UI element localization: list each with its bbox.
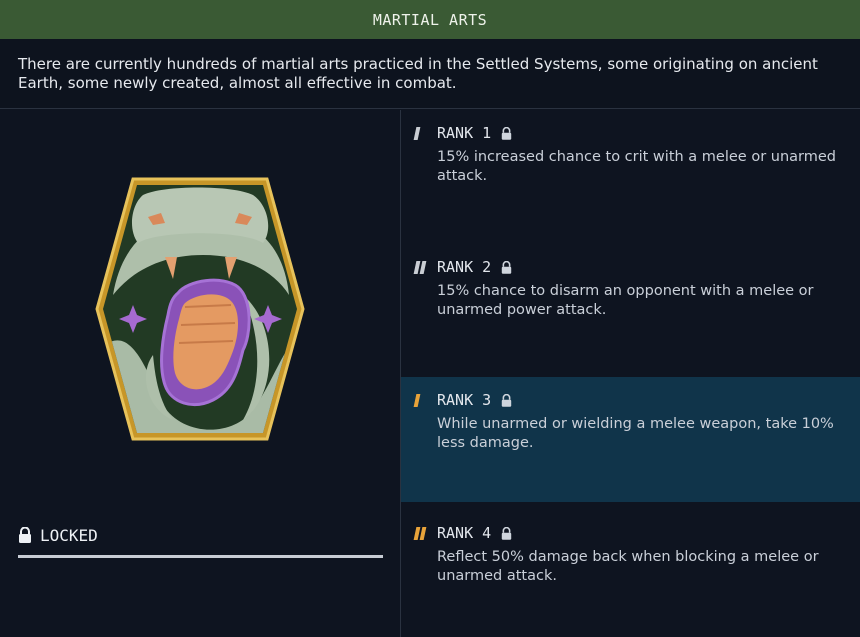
locked-label: LOCKED [40, 525, 98, 545]
rank-description: 15% increased chance to crit with a mele… [437, 149, 836, 184]
rank-2[interactable]: RANK 2 15% chance to disarm an opponent … [401, 244, 860, 377]
rank-description: While unarmed or wielding a melee weapon… [437, 416, 834, 451]
rank-label: RANK 2 [437, 258, 492, 276]
skill-title: MARTIAL ARTS [372, 10, 488, 29]
lock-icon [501, 526, 512, 540]
martial-arts-badge [95, 177, 305, 441]
rank-label: RANK 4 [437, 524, 492, 542]
lock-icon [501, 260, 512, 274]
rank-progress-bar [18, 555, 383, 558]
lock-icon [501, 126, 512, 140]
rank-description: Reflect 50% damage back when blocking a … [437, 549, 819, 584]
rank-4[interactable]: RANK 4 Reflect 50% damage back when bloc… [401, 510, 860, 637]
rank-description: 15% chance to disarm an opponent with a … [437, 283, 814, 318]
rank-label: RANK 3 [437, 391, 492, 409]
rank-tier-icon [413, 393, 427, 407]
skill-description: There are currently hundreds of martial … [0, 39, 860, 109]
skill-title-bar: MARTIAL ARTS [0, 0, 860, 39]
rank-tier-icon [413, 126, 427, 140]
rank-tier-icon [413, 526, 427, 540]
lock-icon [19, 527, 31, 543]
rank-1[interactable]: RANK 1 15% increased chance to crit with… [401, 110, 860, 244]
rank-tier-icon [413, 260, 427, 274]
locked-status: LOCKED [18, 524, 98, 546]
lock-icon [501, 393, 512, 407]
rank-3[interactable]: RANK 3 While unarmed or wielding a melee… [401, 377, 860, 502]
rank-label: RANK 1 [437, 124, 492, 142]
